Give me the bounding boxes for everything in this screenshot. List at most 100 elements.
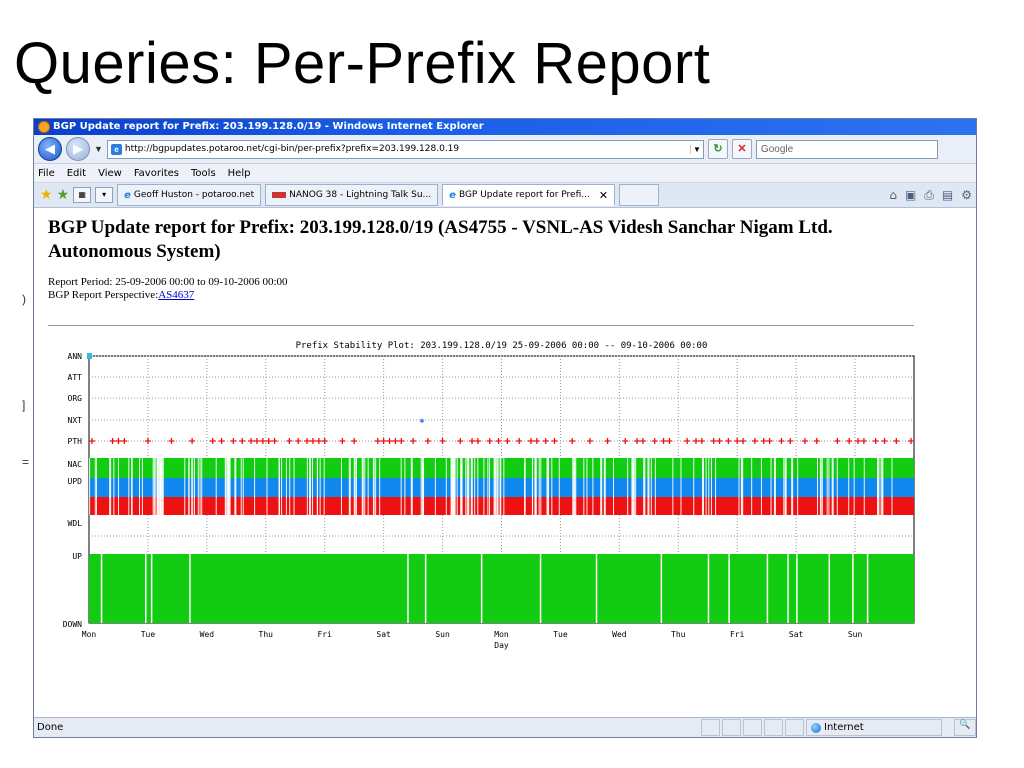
update-gap-line: [863, 458, 865, 515]
menu-tools[interactable]: Tools: [191, 168, 216, 179]
update-gap-line: [375, 458, 377, 515]
update-gap-line: [89, 458, 91, 515]
url-field[interactable]: e http://bgpupdates.potaroo.net/cgi-bin/…: [106, 139, 704, 159]
down-gap-line: [595, 554, 598, 623]
update-gap-line: [613, 458, 615, 515]
update-gap-line: [254, 458, 256, 515]
update-gap-line: [281, 458, 283, 515]
update-gap-line: [708, 458, 710, 515]
pth-point: [692, 438, 699, 444]
page-menu-icon[interactable]: ▤: [942, 188, 953, 203]
quick-tabs-icon[interactable]: ▦: [73, 187, 92, 203]
update-gap-line: [701, 458, 704, 515]
menu-edit[interactable]: Edit: [67, 168, 86, 179]
pth-point: [309, 438, 316, 444]
x-tick-label: Sun: [848, 630, 863, 639]
update-gap-line: [705, 458, 707, 515]
ann-point: [87, 353, 92, 359]
pth-point: [586, 438, 593, 444]
pth-point: [651, 438, 658, 444]
update-gap-line: [575, 458, 577, 515]
update-gap-line: [348, 458, 351, 515]
tab-bgp-report[interactable]: e BGP Update report for Prefi... ✕: [442, 184, 616, 206]
down-gap-line: [407, 554, 409, 623]
down-gap-line: [150, 554, 153, 623]
down-gap-line: [100, 554, 103, 623]
pth-point: [893, 438, 900, 444]
update-gap-line: [141, 458, 143, 515]
update-gap-line: [773, 458, 776, 515]
tools-gear-icon[interactable]: ⚙: [961, 188, 972, 203]
forward-button[interactable]: ▶: [66, 137, 90, 161]
x-axis-label: Day: [494, 641, 509, 650]
pth-point: [230, 438, 237, 444]
update-gap-line: [157, 458, 160, 515]
refresh-button[interactable]: ↻: [707, 139, 728, 159]
y-tick-label: ATT: [68, 373, 83, 382]
new-tab-button[interactable]: [619, 184, 660, 206]
update-gap-line: [881, 458, 883, 515]
x-tick-label: Thu: [259, 630, 274, 639]
pth-point: [144, 438, 151, 444]
perspective-link[interactable]: AS4637: [158, 289, 194, 301]
zoom-button[interactable]: 🔍: [954, 719, 976, 736]
update-gap-line: [715, 458, 717, 515]
update-gap-line: [197, 458, 199, 515]
down-gap-line: [728, 554, 730, 623]
window-titlebar: BGP Update report for Prefix: 203.199.12…: [34, 119, 976, 135]
close-tab-icon[interactable]: ✕: [599, 189, 608, 202]
tab-list-dropdown-icon[interactable]: ▾: [95, 187, 114, 203]
update-gap-line: [572, 458, 574, 515]
x-tick-label: Wed: [612, 630, 627, 639]
update-gap-line: [738, 458, 740, 515]
y-tick-label: UP: [72, 552, 82, 561]
stop-button[interactable]: ✕: [731, 139, 752, 159]
browser-window: BGP Update report for Prefix: 203.199.12…: [33, 118, 977, 738]
tab-nanog[interactable]: NANOG 38 - Lightning Talk Su...: [265, 184, 439, 206]
update-gap-line: [474, 458, 476, 515]
back-button[interactable]: ◀: [38, 137, 62, 161]
update-gap-line: [848, 458, 850, 515]
update-gap-line: [693, 458, 695, 515]
update-gap-line: [710, 458, 712, 515]
favorites-star-icon[interactable]: ★: [40, 187, 53, 203]
update-gap-line: [224, 458, 227, 515]
x-tick-label: Tue: [553, 630, 568, 639]
menu-favorites[interactable]: Favorites: [134, 168, 179, 179]
add-favorites-icon[interactable]: ★: [57, 187, 70, 203]
pth-point: [239, 438, 246, 444]
update-gap-line: [488, 458, 490, 515]
plot-title: Prefix Stability Plot: 203.199.128.0/19 …: [296, 341, 708, 351]
history-dropdown-icon[interactable]: ▼: [94, 144, 103, 154]
update-gap-line: [293, 458, 295, 515]
security-zone[interactable]: Internet: [806, 719, 942, 736]
update-gap-line: [603, 458, 606, 515]
print-icon[interactable]: ⎙: [924, 188, 934, 203]
down-gap-line: [189, 554, 191, 623]
y-tick-label: PTH: [68, 437, 83, 446]
menu-file[interactable]: File: [38, 168, 55, 179]
pth-point: [374, 438, 381, 444]
update-gap-line: [434, 458, 436, 515]
update-gap-line: [118, 458, 120, 515]
tab-label: Geoff Huston - potaroo.net: [133, 190, 255, 200]
pth-point: [295, 438, 302, 444]
search-input[interactable]: Google: [755, 139, 938, 159]
feeds-icon[interactable]: ▣: [905, 188, 916, 203]
pth-point: [516, 438, 523, 444]
menu-help[interactable]: Help: [228, 168, 251, 179]
update-gap-line: [797, 458, 799, 515]
update-gap-line: [242, 458, 244, 515]
update-gap-line: [499, 458, 501, 515]
pth-point: [398, 438, 405, 444]
update-gap-line: [592, 458, 594, 515]
tab-geoff-huston[interactable]: e Geoff Huston - potaroo.net: [117, 184, 262, 206]
update-gap-line: [643, 458, 645, 515]
pth-point: [88, 438, 95, 444]
url-dropdown-icon[interactable]: ▼: [689, 144, 703, 154]
pth-point: [604, 438, 611, 444]
update-gap-line: [558, 458, 560, 515]
menu-view[interactable]: View: [98, 168, 122, 179]
home-icon[interactable]: ⌂: [889, 188, 897, 203]
update-gap-line: [650, 458, 652, 515]
